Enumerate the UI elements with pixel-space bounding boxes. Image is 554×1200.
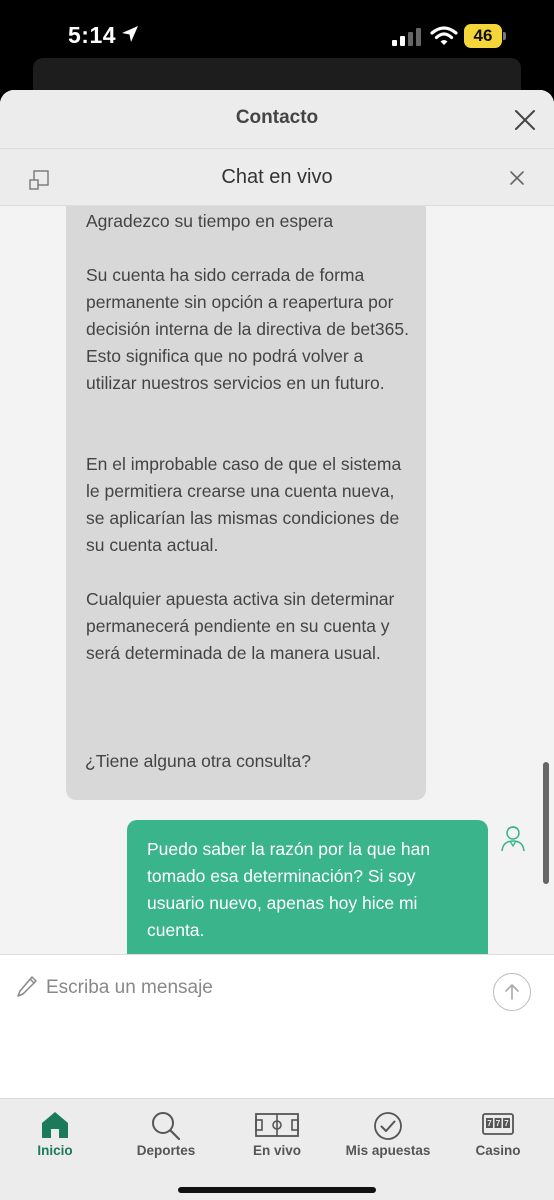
chat-messages[interactable]: Agradezco su tiempo en espera Su cuenta … (0, 206, 554, 954)
tab-label: Mis apuestas (345, 1143, 431, 1158)
tab-mis-apuestas[interactable]: Mis apuestas (333, 1099, 443, 1169)
tab-label: Casino (475, 1143, 521, 1158)
tab-label: En vivo (252, 1143, 301, 1158)
tab-label: Deportes (136, 1143, 196, 1158)
message-paragraph: En el improbable caso de que el sistema … (86, 454, 402, 555)
home-icon (42, 1112, 68, 1138)
slot-machine-icon: 7 7 7 (482, 1113, 514, 1135)
battery-level: 46 (473, 26, 493, 45)
arrow-up-icon (505, 984, 519, 1000)
user-message-bubble: Puedo saber la razón por la que han toma… (127, 820, 488, 954)
close-icon[interactable] (512, 107, 538, 133)
svg-text:7: 7 (504, 1119, 509, 1128)
battery-icon: 46 (464, 24, 506, 48)
sheet-title: Contacto (235, 107, 319, 128)
message-text: Puedo saber la razón por la que han toma… (147, 839, 431, 940)
search-icon (152, 1112, 181, 1141)
home-indicator (178, 1187, 376, 1193)
check-circle-icon (374, 1112, 402, 1140)
status-time: 5:14 (68, 22, 117, 48)
user-avatar-icon (501, 826, 525, 852)
sheet-header: Contacto (0, 90, 554, 148)
tab-casino[interactable]: 7 7 7 Casino (443, 1099, 553, 1169)
tab-deportes[interactable]: Deportes (111, 1099, 221, 1169)
location-arrow-icon (122, 26, 138, 42)
message-text: ¿Tiene alguna otra consulta? (85, 751, 312, 771)
chat-title: Chat en vivo (221, 166, 333, 188)
message-paragraph: Su cuenta ha sido cerrada de forma perma… (86, 265, 409, 393)
tab-inicio[interactable]: Inicio (0, 1099, 110, 1169)
field-icon (255, 1113, 299, 1137)
agent-message-bubble: Agradezco su tiempo en espera Su cuenta … (66, 206, 426, 800)
svg-text:7: 7 (487, 1119, 492, 1128)
contact-sheet: Contacto Chat en vivo Agradezco su tiemp… (0, 90, 554, 1200)
message-composer (0, 954, 554, 1098)
message-input[interactable] (46, 973, 466, 1003)
svg-text:7: 7 (496, 1119, 501, 1128)
chat-close-icon[interactable] (508, 169, 526, 187)
message-paragraph: Cualquier apuesta activa sin determinar … (86, 589, 395, 663)
tab-en-vivo[interactable]: En vivo (222, 1099, 332, 1169)
tab-label: Inicio (37, 1143, 73, 1158)
signal-icon (392, 28, 421, 46)
pencil-icon (17, 976, 37, 997)
wifi-icon (430, 26, 458, 45)
bottom-tab-bar: Inicio Deportes En vivo Mis apuestas 7 7… (0, 1098, 554, 1200)
phone-screen: 5:14 46 Contacto Chat en vivo Agradezco … (0, 0, 554, 1200)
chat-header: Chat en vivo (0, 148, 554, 206)
send-button[interactable] (493, 973, 531, 1011)
agent-message-bubble: ¿Tiene alguna otra consulta? (66, 736, 342, 794)
chat-scrollbar[interactable] (543, 762, 549, 884)
message-paragraph: Agradezco su tiempo en espera (86, 211, 334, 231)
